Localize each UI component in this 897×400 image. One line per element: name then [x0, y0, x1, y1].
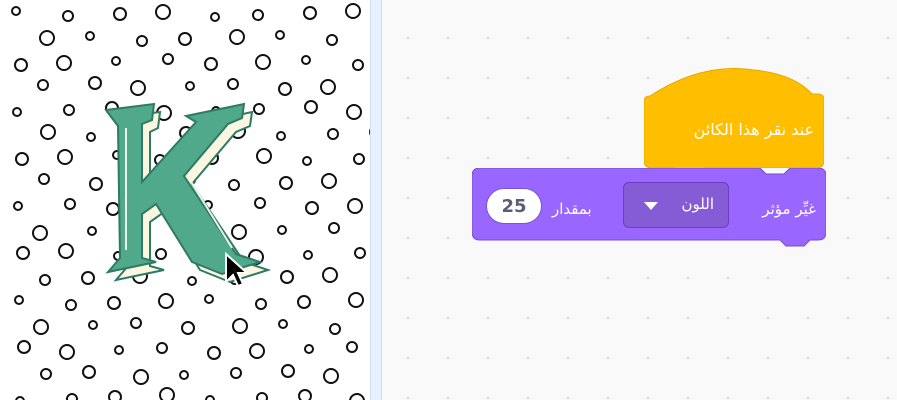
by-amount-label: بمقدار — [552, 200, 592, 218]
sprite-letter-k[interactable] — [0, 0, 370, 400]
effect-dropdown[interactable]: اللون — [623, 182, 729, 228]
triangle-down-icon — [644, 202, 658, 210]
hat-block-label: عند نقر هذا الكائن — [693, 120, 814, 139]
change-effect-label: غيِّر مؤثر — [762, 200, 816, 218]
stage-canvas[interactable] — [0, 0, 370, 400]
hat-block-shape — [643, 67, 825, 175]
mouse-pointer-icon — [225, 252, 248, 288]
effect-amount-input[interactable]: 25 — [486, 188, 542, 224]
stage-divider[interactable] — [370, 0, 382, 400]
effect-dropdown-value: اللون — [681, 195, 714, 213]
when-sprite-clicked-block[interactable]: عند نقر هذا الكائن — [643, 67, 825, 175]
